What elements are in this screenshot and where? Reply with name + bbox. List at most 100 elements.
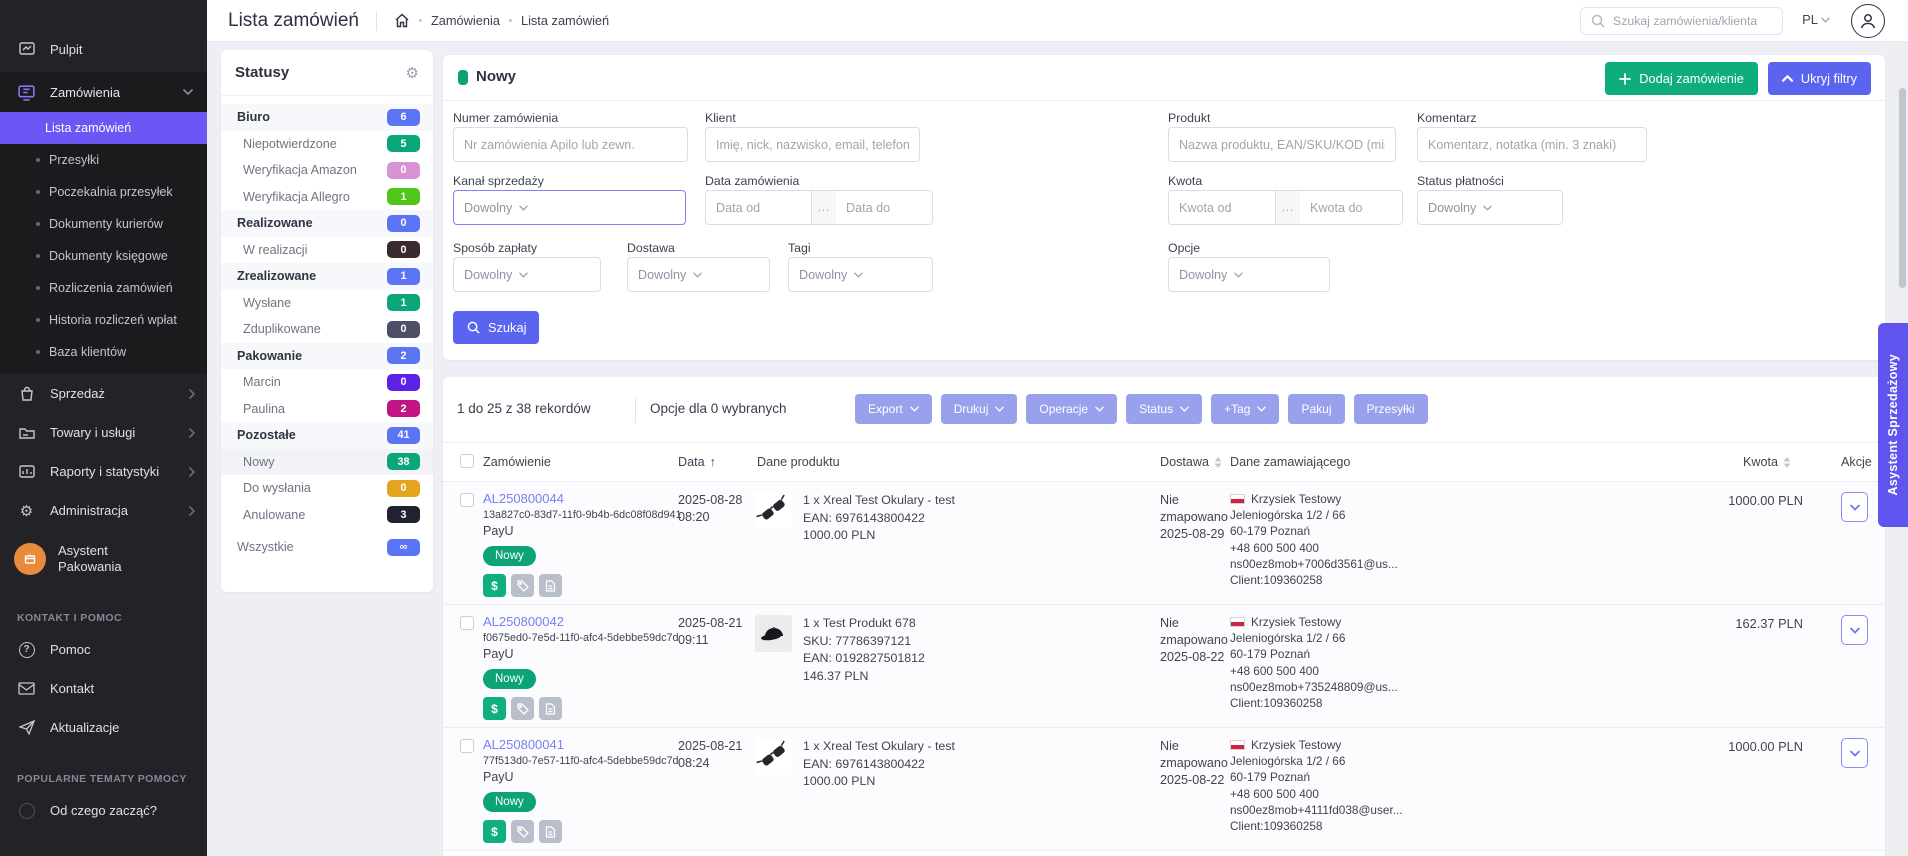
table-toolbar: 1 do 25 z 38 rekordów Opcje dla 0 wybran… xyxy=(443,377,1885,443)
sidebar-item-administracja[interactable]: ⚙ Administracja xyxy=(0,491,207,530)
user-avatar[interactable] xyxy=(1851,4,1885,38)
date-to-input[interactable] xyxy=(836,190,933,225)
sidebar-item-pomoc[interactable]: ? Pomoc xyxy=(0,630,207,669)
row-checkbox[interactable] xyxy=(460,616,474,635)
channel-select[interactable]: Dowolny xyxy=(453,190,686,225)
status-row-weryfikacja-allegro[interactable]: Weryfikacja Allegro1 xyxy=(221,184,433,211)
options-select[interactable]: Dowolny xyxy=(1168,257,1330,292)
sidebar-item-asystent-pakowania[interactable]: Asystent Pakowania xyxy=(0,532,207,586)
sidebar: Pulpit Zamówienia Lista zamówień Przesył… xyxy=(0,0,207,856)
sidebar-subitem-label: Dokumenty księgowe xyxy=(49,249,168,263)
payment-dollar-icon: $ xyxy=(483,820,506,843)
sidebar-item-dokumenty-kurierow[interactable]: Dokumenty kurierów xyxy=(0,208,207,240)
order-id-link[interactable]: AL250800044 xyxy=(483,491,683,506)
column-header-delivery[interactable]: Dostawa xyxy=(1160,455,1222,469)
sidebar-item-raporty[interactable]: Raporty i statystyki xyxy=(0,452,207,491)
table-row: AL250800041 77f513d0-7e57-11f0-afc4-5deb… xyxy=(443,728,1885,851)
tags-select[interactable]: Dowolny xyxy=(788,257,933,292)
order-id-link[interactable]: AL250800042 xyxy=(483,614,683,629)
scrollbar-thumb[interactable] xyxy=(1899,88,1906,288)
sidebar-item-od-czego-zaczac[interactable]: Od czego zacząć? xyxy=(0,791,207,830)
payment-status-select[interactable]: Dowolny xyxy=(1417,190,1563,225)
row-checkbox[interactable] xyxy=(460,493,474,512)
status-button[interactable]: Status xyxy=(1126,394,1202,424)
status-row-realizowane[interactable]: Realizowane0 xyxy=(221,210,433,237)
field-label-channel: Kanał sprzedaży xyxy=(453,174,544,188)
pack-button[interactable]: Pakuj xyxy=(1288,394,1344,424)
sidebar-item-rozliczenia-zamowien[interactable]: Rozliczenia zamówień xyxy=(0,272,207,304)
search-button[interactable]: Szukaj xyxy=(453,311,539,344)
product-ean: EAN: 6976143800422 xyxy=(803,510,1053,528)
chevron-down-icon xyxy=(519,205,528,211)
sidebar-item-poczekalnia-przesylek[interactable]: Poczekalnia przesyłek xyxy=(0,176,207,208)
sidebar-item-lista-zamowien[interactable]: Lista zamówień xyxy=(0,112,207,144)
sidebar-item-dokumenty-ksiegowe[interactable]: Dokumenty księgowe xyxy=(0,240,207,272)
row-actions-button[interactable] xyxy=(1841,738,1868,768)
comment-input[interactable] xyxy=(1417,127,1647,162)
order-number-input[interactable] xyxy=(453,127,688,162)
gear-icon[interactable]: ⚙ xyxy=(406,64,419,82)
sidebar-item-towary-i-uslugi[interactable]: Towary i usługi xyxy=(0,413,207,452)
sidebar-item-baza-klientow[interactable]: Baza klientów xyxy=(0,336,207,368)
shipments-button[interactable]: Przesyłki xyxy=(1354,394,1428,424)
operations-button[interactable]: Operacje xyxy=(1026,394,1117,424)
language-selector[interactable]: PL xyxy=(1802,12,1830,27)
product-cell: 1 x Xreal Test Okulary - test EAN: 69761… xyxy=(755,738,1053,791)
status-row-anulowane[interactable]: Anulowane3 xyxy=(221,502,433,529)
amount-to-input[interactable] xyxy=(1300,190,1403,225)
status-row-marcin[interactable]: Marcin0 xyxy=(221,369,433,396)
help-icon: ? xyxy=(17,640,36,659)
select-all-checkbox[interactable] xyxy=(460,454,474,468)
status-row-w-realizacji[interactable]: W realizacji0 xyxy=(221,237,433,264)
breadcrumb-item-zamowienia[interactable]: Zamówienia xyxy=(431,13,500,28)
status-row-zrealizowane[interactable]: Zrealizowane1 xyxy=(221,263,433,290)
status-row-weryfikacja-amazon[interactable]: Weryfikacja Amazon0 xyxy=(221,157,433,184)
sidebar-item-sprzedaz[interactable]: Sprzedaż xyxy=(0,374,207,413)
status-row-pozostale[interactable]: Pozostałe41 xyxy=(221,422,433,449)
delivery-select[interactable]: Dowolny xyxy=(627,257,770,292)
add-tag-button[interactable]: +Tag xyxy=(1211,394,1279,424)
search-input[interactable] xyxy=(1613,14,1763,28)
tag-icon xyxy=(511,820,534,843)
sales-assistant-tab[interactable]: Asystent Sprzedażowy xyxy=(1878,323,1908,527)
customer-email: ns00ez8mob+735248809@us... xyxy=(1230,679,1440,695)
client-input[interactable] xyxy=(705,127,920,162)
sidebar-item-aktualizacje[interactable]: Aktualizacje xyxy=(0,708,207,747)
status-row-zduplikowane[interactable]: Zduplikowane0 xyxy=(221,316,433,343)
column-header-product: Dane produktu xyxy=(757,455,840,469)
order-cell: AL250800044 13a827c0-83d7-11f0-9b4b-6dc0… xyxy=(483,491,683,597)
status-row-wyslane[interactable]: Wysłane1 xyxy=(221,290,433,317)
order-id-link[interactable]: AL250800041 xyxy=(483,737,683,752)
sidebar-item-historia-rozliczen[interactable]: Historia rozliczeń wpłat xyxy=(0,304,207,336)
status-row-pakowanie[interactable]: Pakowanie2 xyxy=(221,343,433,370)
sidebar-item-przesylki[interactable]: Przesyłki xyxy=(0,144,207,176)
row-actions-button[interactable] xyxy=(1841,492,1868,522)
export-button[interactable]: Export xyxy=(855,394,932,424)
sidebar-item-zamowienia[interactable]: Zamówienia xyxy=(0,72,207,112)
date-from-input[interactable] xyxy=(705,190,812,225)
status-row-do-wyslania[interactable]: Do wysłania0 xyxy=(221,475,433,502)
status-row-biuro[interactable]: Biuro6 xyxy=(221,104,433,131)
delivery-cell: Nie zmapowano 2025-08-29 xyxy=(1160,492,1230,543)
status-row-niepotwierdzone[interactable]: Niepotwierdzone5 xyxy=(221,131,433,158)
column-header-date[interactable]: Data ↑ xyxy=(678,455,716,469)
product-input[interactable] xyxy=(1168,127,1396,162)
column-header-amount[interactable]: Kwota xyxy=(1743,455,1791,469)
customer-phone: +48 600 500 400 xyxy=(1230,786,1440,802)
status-row-paulina[interactable]: Paulina2 xyxy=(221,396,433,423)
row-actions-button[interactable] xyxy=(1841,615,1868,645)
status-row-nowy[interactable]: Nowy38 xyxy=(221,449,433,476)
sidebar-item-kontakt[interactable]: Kontakt xyxy=(0,669,207,708)
payment-method-select[interactable]: Dowolny xyxy=(453,257,601,292)
amount-from-input[interactable] xyxy=(1168,190,1276,225)
home-icon[interactable] xyxy=(394,13,410,28)
breadcrumb-item-lista-zamowien[interactable]: Lista zamówień xyxy=(521,13,609,28)
row-checkbox[interactable] xyxy=(460,739,474,758)
sidebar-item-pulpit[interactable]: Pulpit xyxy=(0,30,207,68)
print-button[interactable]: Drukuj xyxy=(941,394,1018,424)
add-order-button[interactable]: Dodaj zamówienie xyxy=(1605,62,1758,95)
amount-cell: 162.37 PLN xyxy=(1603,616,1803,631)
status-row-wszystkie[interactable]: Wszystkie∞ xyxy=(221,534,433,561)
hide-filters-button[interactable]: Ukryj filtry xyxy=(1768,62,1871,95)
customer-name: Krzysiek Testowy xyxy=(1251,737,1341,753)
